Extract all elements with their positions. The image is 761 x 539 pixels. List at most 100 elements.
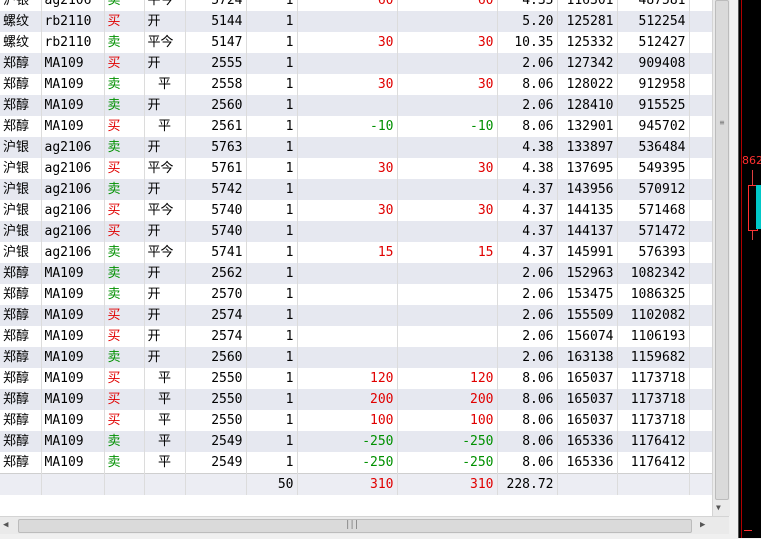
table-row[interactable]: 郑醇 MA109 买平 2550 1 200 200 8.06 165037 1173718 — [0, 389, 712, 410]
cell-side: 卖 — [104, 137, 145, 158]
cell-symbol: 沪银 — [0, 200, 42, 221]
cell-overflow — [689, 116, 712, 137]
cell-oc: 平今 — [144, 0, 186, 11]
table-row[interactable]: 郑醇 MA109 买平 2550 1 100 100 8.06 165037 1173718 — [0, 410, 712, 431]
cell-pnl1 — [297, 95, 398, 116]
arrow-left-icon[interactable]: ◀ — [3, 520, 8, 530]
table-row[interactable]: 郑醇 MA109 卖开 2560 1 2.06 163138 1159682 — [0, 347, 712, 368]
table-row[interactable]: 郑醇 MA109 买开 2574 1 2.06 156074 1106193 — [0, 326, 712, 347]
cell-qty: 1 — [246, 11, 298, 32]
cell-pnl1: 30 — [297, 74, 398, 95]
cell-oc: 开 — [144, 263, 186, 284]
cell-pnl1 — [297, 263, 398, 284]
table-row[interactable]: 郑醇 MA109 买平 2550 1 120 120 8.06 165037 1173718 — [0, 368, 712, 389]
cell-overflow — [689, 137, 712, 158]
table-row[interactable]: 郑醇 MA109 卖开 2560 1 2.06 128410 915525 — [0, 95, 712, 116]
cell-overflow — [689, 179, 712, 200]
cell-oc: 平今 — [144, 32, 186, 53]
cell-pnl1: -250 — [297, 431, 398, 452]
arrow-right-icon[interactable]: ▶ — [700, 520, 705, 530]
cell-code: rb2110 — [41, 32, 105, 53]
cell-pnl2: 30 — [397, 32, 498, 53]
table-row[interactable]: 沪银 ag2106 买平今 5740 1 30 30 4.37 144135 571468 — [0, 200, 712, 221]
horizontal-scrollbar[interactable]: ◀ ||| ▶ — [0, 516, 729, 534]
cell-price: 5147 — [185, 32, 247, 53]
cell-pnl1: 200 — [297, 389, 398, 410]
cell-symbol: 郑醇 — [0, 326, 42, 347]
cell-col11: 512427 — [617, 32, 690, 53]
cell-symbol: 郑醇 — [0, 95, 42, 116]
cell-pnl1: 15 — [297, 242, 398, 263]
cell-qty: 1 — [246, 221, 298, 242]
cell-symbol: 郑醇 — [0, 284, 42, 305]
table-row[interactable]: 郑醇 MA109 卖平 2558 1 30 30 8.06 128022 912958 — [0, 74, 712, 95]
table-row[interactable]: 沪银 ag2106 买平今 5761 1 30 30 4.38 137695 549395 — [0, 158, 712, 179]
cell-col10: 132901 — [557, 116, 618, 137]
cell-qty: 1 — [246, 179, 298, 200]
cell-oc: 开 — [144, 221, 186, 242]
cell-qty: 1 — [246, 431, 298, 452]
total-empty — [104, 473, 145, 495]
cell-pnl1: -10 — [297, 116, 398, 137]
cell-code: ag2106 — [41, 221, 105, 242]
cell-oc: 开 — [144, 347, 186, 368]
cell-side: 卖 — [104, 95, 145, 116]
cell-oc: 平 — [144, 452, 186, 474]
cell-col11: 1086325 — [617, 284, 690, 305]
vertical-scroll-thumb[interactable]: ≡ — [715, 0, 729, 500]
cell-price: 5724 — [185, 0, 247, 11]
table-row[interactable]: 郑醇 MA109 买开 2574 1 2.06 155509 1102082 — [0, 305, 712, 326]
cell-price: 2560 — [185, 95, 247, 116]
cell-col11: 1173718 — [617, 368, 690, 389]
cell-side: 卖 — [104, 242, 145, 263]
cell-oc: 平 — [144, 389, 186, 410]
cell-col10: 155509 — [557, 305, 618, 326]
cell-price: 2561 — [185, 116, 247, 137]
table-row[interactable]: 沪银 ag2106 卖平今 5724 1 60 60 4.35 116301 487581 — [0, 0, 712, 11]
table-row[interactable]: 沪银 ag2106 卖开 5763 1 4.38 133897 536484 — [0, 137, 712, 158]
cell-side: 买 — [104, 410, 145, 431]
cell-code: MA109 — [41, 263, 105, 284]
horizontal-scroll-thumb[interactable]: ||| — [18, 519, 692, 533]
table-row[interactable]: 螺纹 rb2110 买开 5144 1 5.20 125281 512254 — [0, 11, 712, 32]
cell-qty: 1 — [246, 137, 298, 158]
table-row[interactable]: 沪银 ag2106 买开 5740 1 4.37 144137 571472 — [0, 221, 712, 242]
table-row[interactable]: 郑醇 MA109 买平 2561 1 -10 -10 8.06 132901 945702 — [0, 116, 712, 137]
cell-fee: 2.06 — [497, 53, 558, 74]
cell-pnl2 — [397, 137, 498, 158]
table-row[interactable]: 沪银 ag2106 卖开 5742 1 4.37 143956 570912 — [0, 179, 712, 200]
table-row[interactable]: 郑醇 MA109 卖平 2549 1 -250 -250 8.06 165336 1176412 — [0, 431, 712, 452]
cell-side: 买 — [104, 305, 145, 326]
cell-col10: 143956 — [557, 179, 618, 200]
cell-side: 买 — [104, 53, 145, 74]
cell-qty: 1 — [246, 242, 298, 263]
cell-col10: 137695 — [557, 158, 618, 179]
cell-fee: 4.38 — [497, 158, 558, 179]
cell-side: 买 — [104, 221, 145, 242]
cell-oc: 开 — [144, 11, 186, 32]
cell-col10: 156074 — [557, 326, 618, 347]
table-row[interactable]: 沪银 ag2106 卖平今 5741 1 15 15 4.37 145991 576393 — [0, 242, 712, 263]
vertical-scrollbar[interactable]: ≡ ▼ — [712, 0, 730, 516]
total-qty: 50 — [246, 473, 298, 495]
cell-oc: 平 — [144, 410, 186, 431]
candle-body — [756, 185, 761, 229]
total-empty — [41, 473, 105, 495]
cell-pnl2: 200 — [397, 389, 498, 410]
cell-price: 2550 — [185, 389, 247, 410]
table-row[interactable]: 郑醇 MA109 卖平 2549 1 -250 -250 8.06 165336 1176412 — [0, 452, 712, 474]
cell-side: 卖 — [104, 74, 145, 95]
table-row[interactable]: 郑醇 MA109 卖开 2562 1 2.06 152963 1082342 — [0, 263, 712, 284]
cell-code: ag2106 — [41, 179, 105, 200]
cell-oc: 平 — [144, 74, 186, 95]
cell-pnl2: 100 — [397, 410, 498, 431]
table-row[interactable]: 螺纹 rb2110 卖平今 5147 1 30 30 10.35 125332 512427 — [0, 32, 712, 53]
cell-code: MA109 — [41, 53, 105, 74]
table-row[interactable]: 郑醇 MA109 买开 2555 1 2.06 127342 909408 — [0, 53, 712, 74]
arrow-down-icon[interactable]: ▼ — [716, 503, 721, 512]
cell-price: 2549 — [185, 431, 247, 452]
price-chart-panel[interactable]: 862 — [738, 0, 761, 538]
cell-oc: 平今 — [144, 200, 186, 221]
cell-fee: 4.37 — [497, 179, 558, 200]
table-row[interactable]: 郑醇 MA109 卖开 2570 1 2.06 153475 1086325 — [0, 284, 712, 305]
